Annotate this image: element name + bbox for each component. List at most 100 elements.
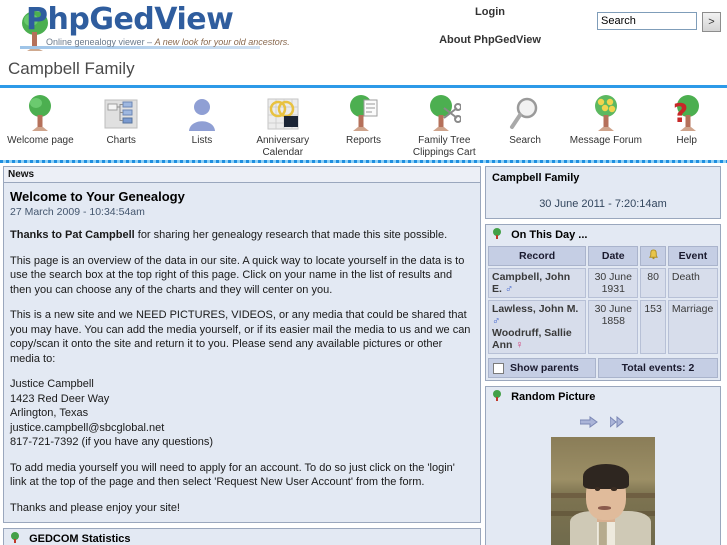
picture-nav-arrows	[486, 406, 720, 437]
on-this-day-title: On This Day ...	[511, 229, 588, 241]
news-contact-block: Justice Campbell 1423 Red Deer Way Arlin…	[10, 377, 474, 450]
random-picture-wrapper[interactable]	[486, 437, 720, 545]
col-date[interactable]: Date	[588, 246, 639, 266]
right-column: Campbell Family 30 June 2011 - 7:20:14am…	[485, 166, 721, 545]
total-events-label: Total events: 2	[598, 358, 718, 378]
tree-mini-icon	[493, 228, 501, 239]
nav-label: Message Forum	[569, 135, 642, 146]
contact-line: Justice Campbell	[10, 378, 94, 390]
tree-mini-icon	[493, 390, 501, 401]
show-parents-toggle[interactable]: Show parents	[488, 358, 596, 378]
news-date: 27 March 2009 - 10:34:54am	[10, 206, 145, 218]
family-datetime: 30 June 2011 - 7:20:14am	[539, 198, 667, 210]
cell-record[interactable]: Campbell, John E. ♂	[488, 268, 587, 298]
nav-label: Family Tree Clippings Cart	[404, 135, 485, 159]
person-icon	[162, 94, 243, 132]
family-info-body: Campbell Family 30 June 2011 - 7:20:14am	[486, 167, 720, 218]
tree-mini-icon	[11, 532, 19, 543]
sex-symbol-male: ♂	[492, 315, 501, 327]
sex-symbol-female: ♀	[515, 339, 524, 351]
gedcom-statistics-header: GEDCOM Statistics	[4, 529, 480, 545]
nav-item-welcome-page[interactable]: Welcome page	[0, 94, 81, 147]
report-tree-icon	[323, 94, 404, 132]
tree-icon	[0, 94, 81, 132]
photo-mouth	[597, 506, 612, 510]
nav-item-reports[interactable]: Reports	[323, 94, 404, 147]
gedcom-statistics-title: GEDCOM Statistics	[29, 533, 131, 545]
nav-label: Lists	[191, 135, 213, 146]
show-parents-checkbox[interactable]	[493, 362, 504, 374]
search-input[interactable]	[597, 12, 697, 30]
photo-tie	[598, 522, 608, 545]
nav-label: Anniversary Calendar	[242, 135, 323, 159]
search-submit-button[interactable]: >	[702, 12, 721, 32]
news-media-paragraph: This is a new site and we NEED PICTURES,…	[10, 309, 471, 365]
logo[interactable]: PhpGedView Online genealogy viewer – A n…	[8, 2, 290, 52]
main-content: News Welcome to Your Genealogy 27 March …	[0, 163, 727, 545]
login-link[interactable]: Login	[390, 6, 590, 18]
contact-line: 1423 Red Deer Way	[10, 392, 110, 405]
show-parents-label: Show parents	[510, 362, 579, 374]
cell-date: 30 June 1858	[588, 300, 639, 354]
nav-item-search[interactable]: Search	[485, 94, 566, 147]
cell-date: 30 June 1931	[588, 268, 639, 298]
question-tree-icon: ?	[646, 94, 727, 132]
on-this-day-footer: Show parents Total events: 2	[488, 358, 718, 378]
cell-age: 80	[640, 268, 666, 298]
main-navigation: Welcome page Charts Lists Anniversary Ca…	[0, 88, 727, 160]
cell-event: Marriage	[667, 300, 718, 354]
random-picture-photo[interactable]	[551, 437, 655, 545]
contact-line: Arlington, Texas	[10, 407, 89, 419]
nav-label: Reports	[346, 135, 382, 146]
charts-icon	[81, 94, 162, 132]
scissors-tree-icon	[404, 94, 485, 132]
record-name-2[interactable]: Woodruff, Sallie Ann	[492, 327, 572, 351]
sex-symbol-male: ♂	[504, 283, 514, 295]
family-info-block: Campbell Family 30 June 2011 - 7:20:14am	[485, 166, 721, 219]
news-block-body: Welcome to Your Genealogy 27 March 2009 …	[4, 183, 480, 522]
left-column: News Welcome to Your Genealogy 27 March …	[3, 166, 481, 545]
bell-icon	[648, 249, 658, 260]
about-link[interactable]: About PhpGedView	[390, 34, 590, 46]
logo-tagline-plain: Online genealogy viewer –	[46, 37, 155, 47]
table-row[interactable]: Lawless, John M. ♂ Woodruff, Sallie Ann …	[488, 300, 718, 354]
search-area: >	[597, 12, 721, 32]
news-block: News Welcome to Your Genealogy 27 March …	[3, 166, 481, 523]
nav-item-help[interactable]: ? Help	[646, 94, 727, 147]
record-name[interactable]: Campbell, John E.	[492, 271, 570, 295]
cell-record[interactable]: Lawless, John M. ♂ Woodruff, Sallie Ann …	[488, 300, 587, 354]
double-arrow-icon[interactable]	[609, 415, 626, 429]
col-record[interactable]: Record	[488, 246, 587, 266]
on-this-day-block: On This Day ... Record Date Event Campbe…	[485, 224, 721, 381]
next-arrow-icon[interactable]	[579, 416, 599, 428]
photo-eye-right	[611, 487, 617, 491]
col-bell-icon[interactable]	[640, 246, 666, 266]
calendar-icon	[242, 94, 323, 132]
news-block-header: News	[4, 167, 480, 183]
forum-tree-icon	[565, 94, 646, 132]
col-event[interactable]: Event	[667, 246, 718, 266]
news-overview-paragraph: This page is an overview of the data in …	[10, 254, 465, 296]
nav-item-message-forum[interactable]: Message Forum	[565, 94, 646, 147]
logo-tagline: Online genealogy viewer – A new look for…	[46, 37, 290, 47]
photo-eye-left	[594, 487, 600, 491]
random-picture-block: Random Picture	[485, 386, 721, 545]
cell-event: Death	[667, 268, 718, 298]
news-headline: Welcome to Your Genealogy	[10, 189, 185, 204]
record-name[interactable]: Lawless, John M.	[492, 303, 578, 315]
table-row[interactable]: Campbell, John E. ♂ 30 June 1931 80 Deat…	[488, 268, 718, 298]
news-thanks-paragraph: Thanks to Pat Campbell for sharing her g…	[10, 228, 474, 243]
nav-item-lists[interactable]: Lists	[162, 94, 243, 147]
page-title: Campbell Family	[8, 59, 135, 78]
nav-label: Help	[676, 135, 697, 146]
random-picture-title: Random Picture	[511, 391, 596, 403]
contact-phone: 817-721-7392 (if you have any questions)	[10, 436, 214, 448]
cell-age: 153	[640, 300, 666, 354]
nav-item-clippings-cart[interactable]: Family Tree Clippings Cart	[404, 94, 485, 159]
news-thanks-rest: for sharing her genealogy research that …	[134, 229, 448, 241]
nav-label: Charts	[106, 135, 136, 146]
nav-item-anniversary-calendar[interactable]: Anniversary Calendar	[242, 94, 323, 159]
nav-item-charts[interactable]: Charts	[81, 94, 162, 147]
svg-text:?: ?	[673, 99, 688, 129]
contact-email: justice.campbell@sbcglobal.net	[10, 421, 165, 434]
